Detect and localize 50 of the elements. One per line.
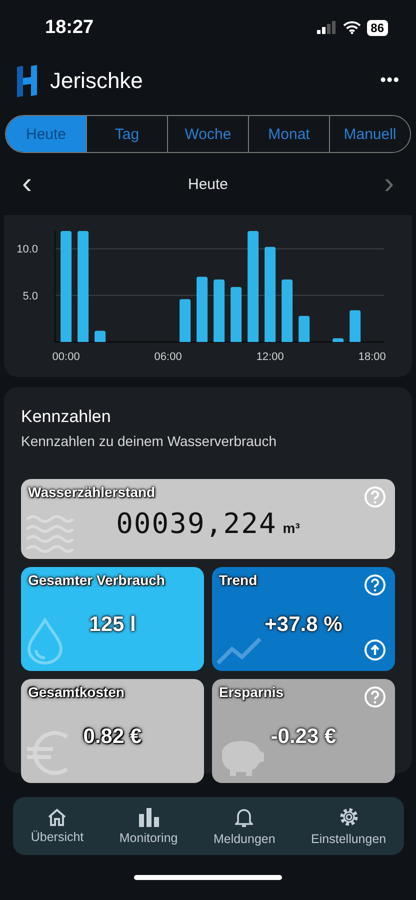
tile-title: Gesamter Verbrauch	[28, 572, 165, 588]
tile-value: -0.23 €	[270, 725, 338, 749]
tile-value: 0.82 €	[82, 725, 143, 749]
tile-value: 125 l	[88, 613, 137, 637]
meter-reading: 00039,224	[116, 507, 277, 540]
home-icon	[47, 808, 68, 826]
nav-item[interactable]: Meldungen	[213, 806, 276, 846]
y-tick-label: 10.0	[16, 244, 38, 256]
tile-title: Wasserzählerstand	[28, 484, 156, 500]
bar	[332, 338, 344, 342]
more-menu-button[interactable]: •••	[380, 72, 400, 90]
tile-title: Trend	[219, 572, 258, 588]
bar	[350, 310, 361, 342]
nav-item[interactable]: Monitoring	[119, 807, 178, 845]
previous-button[interactable]: ‹	[18, 167, 36, 201]
app-title: Jerischke	[50, 68, 144, 94]
section-subtitle: Kennzahlen zu deinem Wasserverbrauch	[21, 433, 278, 449]
tile-title: Ersparnis	[219, 684, 284, 700]
bar	[94, 330, 106, 342]
nav-item[interactable]: Einstellungen	[311, 806, 386, 846]
bar	[282, 280, 293, 342]
period-tab[interactable]: Manuell	[329, 116, 410, 152]
battery-level: 86	[366, 20, 388, 36]
trend-line-icon	[216, 635, 262, 665]
bar-chart-icon	[138, 807, 160, 827]
bar	[230, 286, 242, 342]
drop-icon	[25, 617, 65, 665]
section-title: Kennzahlen	[21, 407, 112, 427]
signal-icon	[316, 21, 337, 34]
x-tick-label: 18:00	[358, 351, 386, 363]
wifi-icon	[342, 21, 361, 34]
x-tick-label: 12:00	[256, 351, 284, 363]
nav-item[interactable]: Übersicht	[30, 808, 84, 844]
bar	[196, 276, 208, 342]
bar	[214, 280, 225, 342]
y-tick-label: 5.0	[22, 290, 38, 302]
period-label: Heute	[186, 176, 230, 192]
unit-label: m³	[282, 520, 300, 536]
tile-value: +37.8 %	[264, 613, 344, 637]
x-tick-label: 06:00	[154, 351, 182, 363]
bell-icon	[235, 806, 254, 828]
bar	[180, 299, 191, 342]
bar	[298, 316, 310, 342]
x-tick-label: 00:00	[52, 351, 80, 363]
help-icon[interactable]	[364, 574, 386, 596]
status-time: 18:27	[45, 16, 95, 38]
help-icon[interactable]	[364, 686, 386, 708]
settings-icon	[338, 806, 360, 828]
tile-title: Gesamtkosten	[28, 684, 124, 700]
logo-icon	[16, 65, 38, 97]
